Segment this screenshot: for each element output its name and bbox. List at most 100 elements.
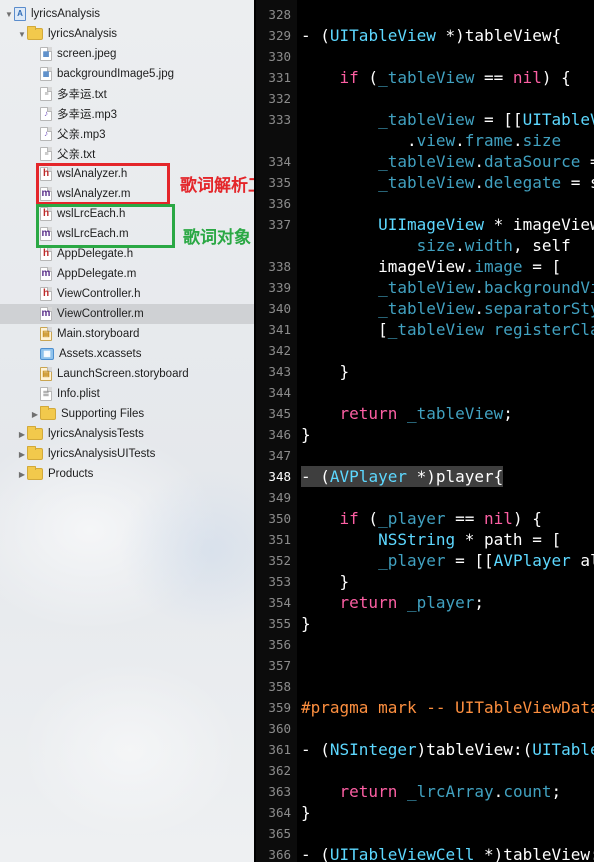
file-row[interactable]: ▼ AlyricsAnalysis bbox=[0, 4, 254, 24]
asset-catalog-icon: ▦ bbox=[40, 348, 54, 360]
line-number: 365 bbox=[268, 826, 291, 841]
background-glow bbox=[20, 660, 240, 840]
image-file-icon: ▦ bbox=[40, 67, 52, 81]
text-file-icon: ≡ bbox=[40, 87, 52, 101]
line-number: 360 bbox=[268, 721, 291, 736]
line-number: 354 bbox=[268, 595, 291, 610]
file-row[interactable]: ▦ backgroundImage5.jpg bbox=[0, 64, 254, 84]
line-number: 338 bbox=[268, 259, 291, 274]
current-code-line[interactable]: - (AVPlayer *)player{ bbox=[301, 466, 504, 487]
line-number: 330 bbox=[268, 49, 291, 64]
code-line[interactable]: return _lrcArray.count; bbox=[301, 781, 562, 802]
file-row-label: ViewController.m bbox=[57, 308, 144, 320]
disclosure-open-icon[interactable]: ▼ bbox=[4, 10, 14, 19]
line-number: 349 bbox=[268, 490, 291, 505]
code-line[interactable]: } bbox=[301, 424, 311, 445]
file-row-label: lyricsAnalysisUITests bbox=[48, 448, 156, 460]
lrc-each-annotation-label: 歌词对象 bbox=[183, 228, 251, 248]
code-editor[interactable]: - (UITableView *)tableView{ if (_tableVi… bbox=[254, 0, 594, 862]
file-row[interactable]: ▦ Assets.xcassets bbox=[0, 344, 254, 364]
line-number: 361 bbox=[268, 742, 291, 757]
file-row[interactable]: ≣ Info.plist bbox=[0, 384, 254, 404]
code-line[interactable]: } bbox=[301, 571, 350, 592]
line-number: 347 bbox=[268, 448, 291, 463]
file-row[interactable]: m AppDelegate.m bbox=[0, 264, 254, 284]
file-row[interactable]: ♪ 父亲.mp3 bbox=[0, 124, 254, 144]
line-number: 364 bbox=[268, 805, 291, 820]
code-line[interactable]: return _tableView; bbox=[301, 403, 513, 424]
code-line[interactable]: - (UITableViewCell *)tableView:( bbox=[301, 844, 594, 862]
code-line[interactable]: _tableView.delegate = self; bbox=[301, 172, 594, 193]
disclosure-closed-icon[interactable]: ▶ bbox=[17, 470, 27, 479]
line-number: 341 bbox=[268, 322, 291, 337]
file-row[interactable]: ▶ lyricsAnalysisTests bbox=[0, 424, 254, 444]
file-row[interactable]: ▶ Products bbox=[0, 464, 254, 484]
file-row[interactable]: ▶ Supporting Files bbox=[0, 404, 254, 424]
line-number: 333 bbox=[268, 112, 291, 127]
file-row-label: lyricsAnalysisTests bbox=[48, 428, 144, 440]
file-row-label: lyricsAnalysis bbox=[48, 28, 118, 40]
file-row[interactable]: ♪ 多幸运.mp3 bbox=[0, 104, 254, 124]
file-row-label: AppDelegate.m bbox=[57, 268, 137, 280]
line-number: 353 bbox=[268, 574, 291, 589]
code-line[interactable]: } bbox=[301, 361, 350, 382]
code-line[interactable]: if (_tableView == nil) { bbox=[301, 67, 571, 88]
code-line[interactable]: - (NSInteger)tableView:(UITableView bbox=[301, 739, 594, 760]
background-glow bbox=[120, 470, 254, 630]
folder-icon bbox=[27, 446, 43, 460]
code-line[interactable]: #pragma mark -- UITableViewDataSource bbox=[301, 697, 594, 718]
line-number: 346 bbox=[268, 427, 291, 442]
line-number: 355 bbox=[268, 616, 291, 631]
code-line[interactable]: } bbox=[301, 802, 311, 823]
code-line[interactable]: NSString * path = [ bbox=[301, 529, 561, 550]
code-line[interactable]: _tableView.separatorStyle bbox=[301, 298, 594, 319]
line-number: 348 bbox=[268, 469, 291, 484]
code-line[interactable]: _tableView.backgroundView bbox=[301, 277, 594, 298]
file-row[interactable]: ≡ 父亲.txt bbox=[0, 144, 254, 164]
objc-file-icon: m bbox=[40, 187, 52, 201]
audio-file-icon: ♪ bbox=[40, 107, 52, 121]
audio-file-icon: ♪ bbox=[40, 127, 52, 141]
disclosure-closed-icon[interactable]: ▶ bbox=[17, 430, 27, 439]
code-line[interactable]: imageView.image = [ bbox=[301, 256, 561, 277]
analyzer-highlight-box bbox=[36, 163, 170, 205]
header-file-icon: h bbox=[40, 247, 52, 261]
code-line[interactable]: UIImageView * imageView bbox=[301, 214, 594, 235]
line-number: 340 bbox=[268, 301, 291, 316]
file-row-label: 多幸运.mp3 bbox=[57, 109, 118, 121]
code-line[interactable]: } bbox=[301, 613, 311, 634]
disclosure-closed-icon[interactable]: ▶ bbox=[30, 410, 40, 419]
line-number: 339 bbox=[268, 280, 291, 295]
line-number: 345 bbox=[268, 406, 291, 421]
file-row-label: ViewController.h bbox=[57, 288, 141, 300]
storyboard-file-icon: ▤ bbox=[40, 367, 52, 381]
code-line[interactable]: [_tableView registerClass bbox=[301, 319, 594, 340]
code-line[interactable]: .view.frame.size bbox=[301, 130, 561, 151]
line-number bbox=[256, 235, 297, 256]
code-line[interactable]: _tableView = [[UITableView alloc] bbox=[301, 109, 594, 130]
line-number: 362 bbox=[268, 763, 291, 778]
code-line[interactable]: - (UITableView *)tableView{ bbox=[301, 25, 561, 46]
file-row[interactable]: ▦ screen.jpeg bbox=[0, 44, 254, 64]
disclosure-closed-icon[interactable]: ▶ bbox=[17, 450, 27, 459]
code-line[interactable]: _player = [[AVPlayer alloc] bbox=[301, 550, 594, 571]
line-number: 329 bbox=[268, 28, 291, 43]
line-number: 343 bbox=[268, 364, 291, 379]
file-row[interactable]: ≡ 多幸运.txt bbox=[0, 84, 254, 104]
file-row[interactable]: ▶ lyricsAnalysisUITests bbox=[0, 444, 254, 464]
project-navigator: ▼ AlyricsAnalysis ▼ lyricsAnalysis ▦ screen.j… bbox=[0, 0, 254, 862]
file-row[interactable]: m ViewController.m bbox=[0, 304, 254, 324]
line-number: 351 bbox=[268, 532, 291, 547]
code-line[interactable]: if (_player == nil) { bbox=[301, 508, 542, 529]
file-row[interactable]: h ViewController.h bbox=[0, 284, 254, 304]
storyboard-file-icon: ▤ bbox=[40, 327, 52, 341]
file-row[interactable]: ▤ LaunchScreen.storyboard bbox=[0, 364, 254, 384]
code-line[interactable]: return _player; bbox=[301, 592, 485, 613]
code-line[interactable]: size.width, self bbox=[301, 235, 571, 256]
code-line[interactable]: _tableView.dataSource = self; bbox=[301, 151, 594, 172]
file-row[interactable]: ▤ Main.storyboard bbox=[0, 324, 254, 344]
objc-file-icon: m bbox=[40, 267, 52, 281]
disclosure-open-icon[interactable]: ▼ bbox=[17, 30, 27, 39]
file-row-label: 父亲.txt bbox=[57, 149, 96, 161]
file-row[interactable]: ▼ lyricsAnalysis bbox=[0, 24, 254, 44]
